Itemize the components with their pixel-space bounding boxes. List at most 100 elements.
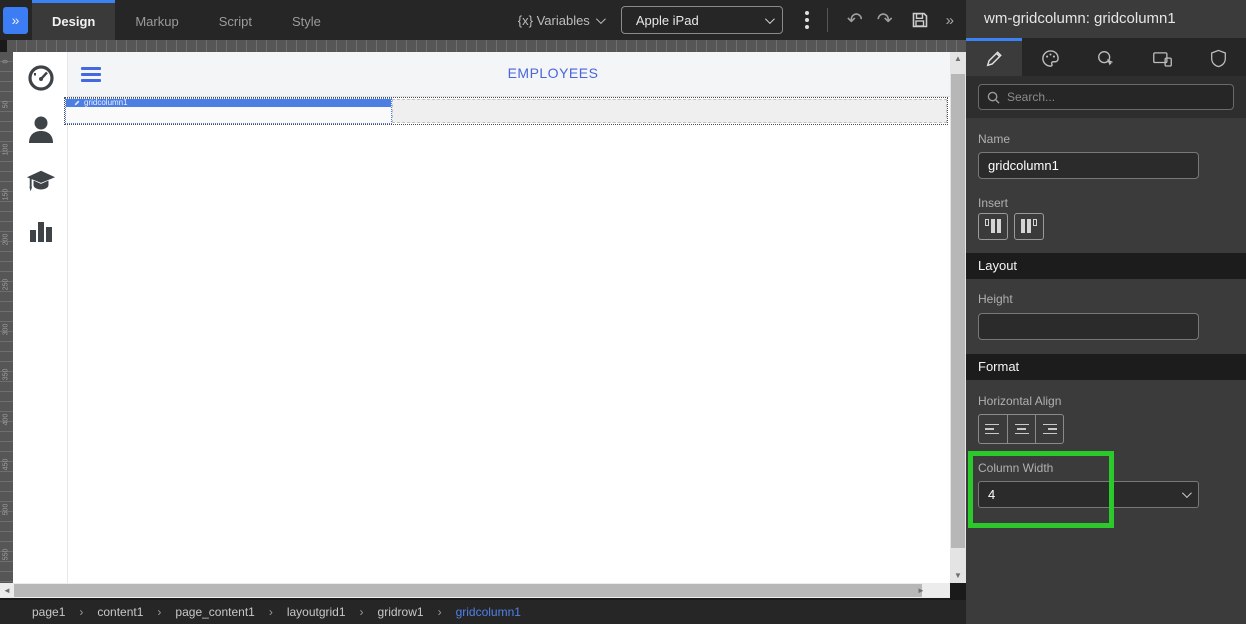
column-width-select[interactable]: 4 [978,481,1199,508]
vertical-ruler: 0 50 100 150 200 250 300 350 400 450 500… [0,52,13,583]
tab-security-shield-icon[interactable] [1190,38,1246,76]
breadcrumb-separator: › [268,605,273,619]
align-right-button[interactable] [1035,415,1063,443]
gridcolumn1-widget-selected[interactable]: gridcolumn1 [65,98,392,124]
align-left-button[interactable] [979,415,1007,443]
selected-widget-tag: gridcolumn1 [66,99,391,107]
breadcrumb-separator: › [437,605,442,619]
insert-label: Insert [978,196,1009,210]
toolbar-overflow-icon[interactable]: » [946,12,954,29]
panel-title: wm-gridcolumn: gridcolumn1 [966,0,1246,38]
breadcrumb-content1[interactable]: content1 [97,605,143,619]
tab-events-inspect-icon[interactable] [1078,38,1134,76]
breadcrumb-separator: › [359,605,364,619]
horizontal-align-label: Horizontal Align [978,394,1062,408]
variables-menu[interactable]: {x} Variables [517,12,606,28]
breadcrumb-gridrow1[interactable]: gridrow1 [378,605,424,619]
search-icon [987,91,1000,104]
horizontal-scrollbar[interactable]: ◄ ► [0,583,950,598]
toolbar-divider [826,8,828,32]
height-label: Height [978,292,1013,306]
breadcrumb-separator: › [79,605,84,619]
page-title: EMPLOYEES [507,65,599,81]
hamburger-menu-icon[interactable] [81,67,101,82]
insert-column-after-icon [1033,219,1037,226]
app-header: EMPLOYEES [68,52,950,97]
preview-page: EMPLOYEES gridcolumn1 [13,52,950,583]
scroll-up-icon[interactable]: ▲ [950,52,966,66]
ruler-label: 550 [2,548,10,561]
tab-properties-pencil-icon[interactable] [966,38,1022,76]
sidebar-expand-button[interactable]: » [3,6,28,34]
column-width-value: 4 [988,487,996,502]
chevron-down-icon [764,13,775,24]
scroll-right-icon[interactable]: ► [914,583,928,598]
chevron-down-icon [1181,488,1192,499]
save-icon[interactable] [910,10,930,30]
mode-tabs: Design Markup Script Style [32,0,341,40]
chevron-down-icon [595,13,606,24]
tab-devices-icon[interactable] [1134,38,1190,76]
tab-markup[interactable]: Markup [115,0,198,40]
redo-icon[interactable]: ↷ [877,11,893,30]
name-field[interactable]: gridcolumn1 [978,152,1199,179]
horizontal-align-group [978,414,1064,444]
tab-script[interactable]: Script [199,0,272,40]
properties-panel: wm-gridcolumn: gridcolumn1 Search... Nam… [966,0,1246,624]
device-selector[interactable]: Apple iPad [620,6,783,34]
layoutgrid-row-widget[interactable]: gridcolumn1 [64,97,948,125]
employees-person-icon[interactable] [26,114,56,144]
breadcrumb-page1[interactable]: page1 [32,605,65,619]
ruler-label: 350 [2,368,10,381]
more-options-icon[interactable] [799,7,815,33]
insert-column-before-icon [985,219,989,226]
scroll-left-icon[interactable]: ◄ [0,583,14,598]
ruler-label: 100 [2,143,10,156]
panel-search-band: Search... [966,76,1246,118]
ruler-label: 200 [2,233,10,246]
tab-design[interactable]: Design [32,0,116,40]
ruler-label: 300 [2,323,10,336]
layout-section-header: Layout [966,253,1246,279]
top-toolbar: » Design Markup Script Style {x} Variabl… [0,0,966,40]
breadcrumb-page-content1[interactable]: page_content1 [175,605,254,619]
ruler-label: 0 [2,59,10,64]
ruler-label: 250 [2,278,10,291]
education-cap-icon[interactable] [26,166,56,196]
scroll-down-icon[interactable]: ▼ [950,569,966,583]
breadcrumb-separator: › [157,605,162,619]
search-placeholder: Search... [1007,90,1056,104]
panel-tab-bar [966,38,1246,76]
format-section-header: Format [966,354,1246,380]
insert-column-after-button[interactable] [1014,213,1044,240]
selected-widget-label: gridcolumn1 [84,99,128,107]
insert-buttons [978,213,1044,240]
horizontal-ruler [7,40,966,52]
tab-styles-palette-icon[interactable] [1022,38,1078,76]
ruler-label: 150 [2,188,10,201]
ruler-label: 500 [2,503,10,516]
device-selected-value: Apple iPad [635,12,699,28]
ruler-label: 400 [2,413,10,426]
tab-style[interactable]: Style [272,0,341,40]
insert-column-before-button[interactable] [978,213,1008,240]
breadcrumb-layoutgrid1[interactable]: layoutgrid1 [287,605,346,619]
undo-icon[interactable]: ↶ [847,11,863,30]
edit-pencil-icon [74,100,80,106]
ruler-label: 450 [2,458,10,471]
search-input[interactable]: Search... [978,84,1234,110]
gridcolumn2-widget[interactable] [392,99,947,123]
reports-barchart-icon[interactable] [26,216,56,246]
widget-breadcrumb: page1 › content1 › page_content1 › layou… [0,600,966,624]
align-center-button[interactable] [1007,415,1035,443]
app-left-nav [13,52,68,583]
design-canvas: 0 50 100 150 200 250 300 350 400 450 500… [0,40,966,600]
vertical-scrollbar[interactable]: ▲ ▼ [950,52,966,583]
variables-label: {x} Variables [517,12,590,28]
vertical-scroll-thumb[interactable] [951,74,965,548]
dashboard-gauge-icon[interactable] [26,63,56,93]
height-field[interactable] [978,313,1199,340]
breadcrumb-gridcolumn1[interactable]: gridcolumn1 [456,605,521,619]
horizontal-scroll-thumb[interactable] [14,584,922,597]
column-width-label: Column Width [978,461,1054,475]
